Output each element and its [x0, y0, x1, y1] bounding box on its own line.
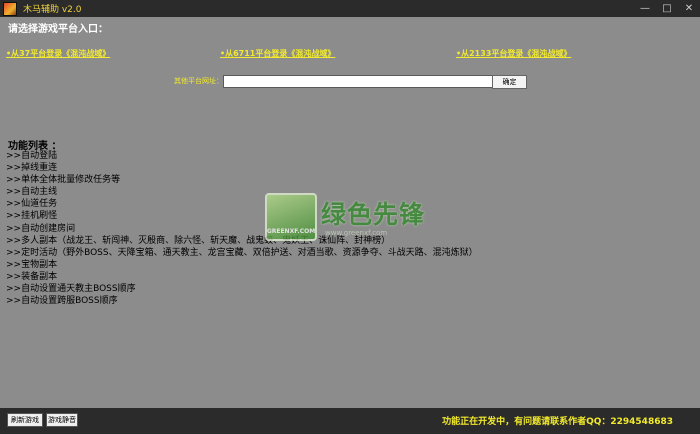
entry-link-37[interactable]: •从37平台登录《混沌战域》	[6, 48, 110, 59]
other-platform-label: 其他平台网址：	[174, 77, 223, 85]
feature-item: >>单体全体批量修改任务等	[6, 175, 121, 186]
watermark: GREENXF.COM 绿色先锋 www.greenxf.com	[265, 193, 455, 241]
title-bar: 木马辅助 v2.0 — □ ✕	[0, 0, 700, 17]
platform-heading: 请选择游戏平台入口：	[8, 24, 108, 35]
close-icon[interactable]: ✕	[678, 0, 700, 17]
feature-item: >>定时活动（野外BOSS、天降宝箱、通天教主、龙宫宝藏、双倍护送、对酒当歌、资…	[6, 247, 478, 258]
feature-item: >>装备副本	[6, 271, 58, 282]
feature-item: >>掉线重连	[6, 163, 58, 174]
mute-game-button[interactable]: 游戏静音	[46, 413, 78, 427]
watermark-url: www.greenxf.com	[325, 229, 388, 237]
platform-url-input[interactable]	[223, 75, 496, 88]
entry-link-2133[interactable]: •从2133平台登录《混沌战域》	[456, 48, 571, 59]
entry-link-6711[interactable]: •从6711平台登录《混沌战域》	[220, 48, 335, 59]
feature-item: >>宝物副本	[6, 259, 58, 270]
feature-item: >>自动设置跨服BOSS顺序	[6, 296, 118, 307]
status-text: 功能正在开发中，有问题请联系作者QQ：2294548683	[442, 417, 673, 427]
confirm-button[interactable]: 确定	[492, 75, 527, 89]
refresh-game-button[interactable]: 刷新游戏	[7, 413, 43, 427]
maximize-icon[interactable]: □	[656, 0, 678, 17]
window-title: 木马辅助 v2.0	[23, 5, 82, 15]
watermark-text: 绿色先锋	[321, 200, 426, 229]
minimize-icon[interactable]: —	[634, 0, 656, 17]
feature-item: >>自动设置通天教主BOSS顺序	[6, 284, 136, 295]
watermark-logo-icon: GREENXF.COM	[265, 193, 317, 241]
window-controls: — □ ✕	[634, 0, 700, 17]
feature-item: >>自动登陆	[6, 151, 58, 161]
app-icon	[3, 1, 17, 16]
